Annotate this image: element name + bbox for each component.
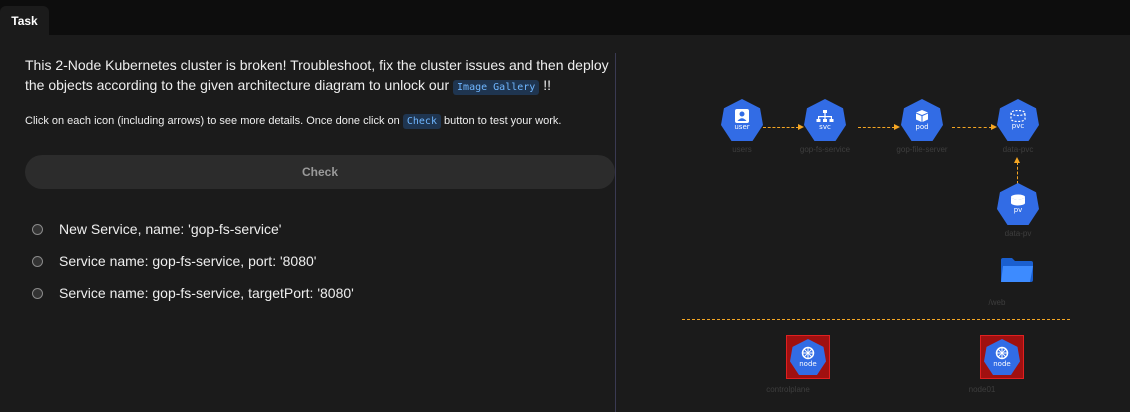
node01-label: node01 — [968, 385, 996, 394]
status-radio — [32, 287, 43, 299]
checklist-item-label: Service name: gop-fs-service, port: '808… — [59, 253, 317, 269]
check-code: Check — [402, 114, 441, 129]
check-button[interactable]: Check — [25, 155, 615, 189]
separator-line — [682, 319, 1070, 320]
pod-icon: pod — [901, 99, 943, 141]
intro-text-end: !! — [539, 77, 551, 93]
intro-text: This 2-Node Kubernetes cluster is broken… — [25, 55, 613, 98]
pv-to-pvc-arrow[interactable] — [1013, 157, 1020, 184]
architecture-diagram: user users svc gop-fs-service pod gop-fi… — [616, 35, 1130, 412]
folder-label: /web — [988, 298, 1006, 307]
image-gallery-code: Image Gallery — [453, 80, 540, 95]
task-instructions: This 2-Node Kubernetes cluster is broken… — [0, 35, 615, 412]
pvc-icon: pvc — [997, 99, 1039, 141]
checklist-item: Service name: gop-fs-service, port: '808… — [30, 245, 610, 277]
svc-label: gop-fs-service — [799, 145, 851, 154]
pvc-node[interactable]: pvc data-pvc — [988, 99, 1048, 154]
checklist: New Service, name: 'gop-fs-service' Serv… — [30, 213, 610, 309]
hint-text: Click on each icon (including arrows) to… — [25, 113, 615, 130]
users-to-svc-arrow[interactable] — [763, 123, 804, 130]
status-radio — [32, 255, 43, 267]
hint-text-end: button to test your work. — [440, 115, 562, 127]
pvc-label: data-pvc — [1002, 145, 1034, 154]
task-panel: This 2-Node Kubernetes cluster is broken… — [0, 35, 1130, 412]
top-bar: Task — [0, 0, 1130, 35]
pv-tag: pv — [1013, 206, 1023, 214]
pv-icon: pv — [997, 183, 1039, 225]
folder-icon[interactable] — [1000, 257, 1034, 285]
checklist-item-label: New Service, name: 'gop-fs-service' — [59, 221, 282, 237]
checklist-item-label: Service name: gop-fs-service, targetPort… — [59, 285, 354, 301]
pod-to-pvc-arrow[interactable] — [952, 123, 997, 130]
tab-task[interactable]: Task — [0, 6, 49, 35]
pod-node[interactable]: pod gop-file-server — [892, 99, 952, 154]
controlplane-label: controlplane — [766, 385, 810, 394]
user-icon: user — [721, 99, 763, 141]
pod-label: gop-file-server — [896, 145, 948, 154]
status-radio — [32, 223, 43, 235]
node-icon: node — [984, 339, 1020, 375]
svc-to-pod-arrow[interactable] — [858, 123, 900, 130]
controlplane-node[interactable]: node — [786, 335, 830, 379]
svc-tag: svc — [819, 122, 831, 131]
svc-icon: svc — [804, 99, 846, 141]
svc-node[interactable]: svc gop-fs-service — [795, 99, 855, 154]
hint-text-start: Click on each icon (including arrows) to… — [25, 115, 403, 127]
checklist-item: New Service, name: 'gop-fs-service' — [30, 213, 610, 245]
checklist-item: Service name: gop-fs-service, targetPort… — [30, 277, 610, 309]
users-tag: user — [734, 123, 750, 131]
node01-node[interactable]: node — [980, 335, 1024, 379]
pv-label: data-pv — [1004, 229, 1032, 238]
node01-tag: node — [993, 360, 1011, 368]
pvc-tag: pvc — [1011, 122, 1025, 130]
controlplane-tag: node — [799, 360, 817, 368]
pv-node[interactable]: pv data-pv — [988, 183, 1048, 238]
pod-tag: pod — [915, 123, 929, 131]
node-icon: node — [790, 339, 826, 375]
